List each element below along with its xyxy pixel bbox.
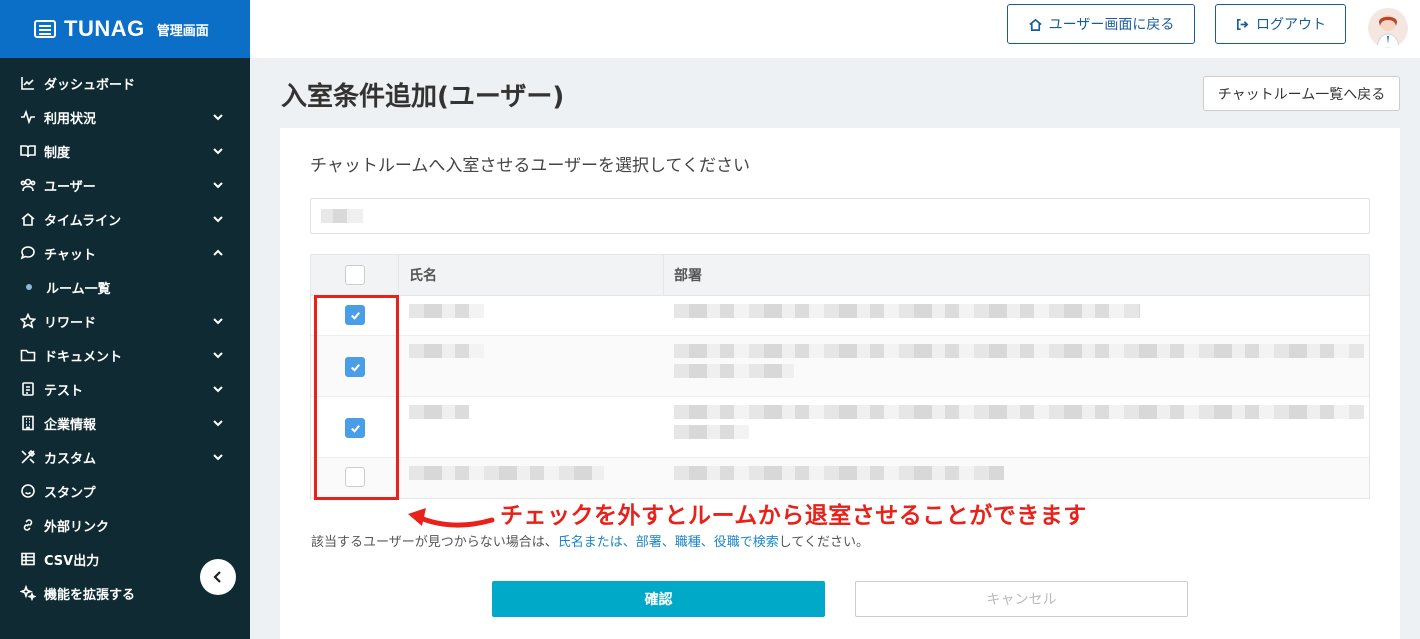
blurred-name [409,405,469,419]
chevron-left-icon [213,571,221,583]
cancel-button[interactable]: キャンセル [855,581,1188,617]
logout-icon [1236,18,1249,30]
sidebar-item-document[interactable]: ドキュメント [0,338,250,372]
sidebar: TUNAG 管理画面 ダッシュボード 利用状況 制度 ユーザー タイムライン チ… [0,0,250,639]
blurred-department [674,466,1004,480]
search-input[interactable] [310,198,1370,234]
table-row [311,397,1369,458]
logo-icon [34,20,56,38]
card-heading: チャットルームへ入室させるユーザーを選択してください [310,156,750,176]
logo-text: TUNAG [64,16,145,41]
table-row [311,336,1369,397]
folder-icon [20,347,36,363]
select-all-checkbox[interactable] [344,265,365,285]
chevron-down-icon [212,349,224,361]
sidebar-item-reward[interactable]: リワード [0,304,250,338]
sidebar-item-stamp[interactable]: スタンプ [0,474,250,508]
sidebar-item-system[interactable]: 制度 [0,134,250,168]
sidebar-nav: ダッシュボード 利用状況 制度 ユーザー タイムライン チャット ルーム一覧 リ… [0,58,250,610]
chevron-down-icon [212,315,224,327]
chevron-down-icon [212,145,224,157]
logo-subtitle: 管理画面 [156,23,209,39]
top-header: ユーザー画面に戻る ログアウト [250,0,1420,58]
user-screen-button[interactable]: ユーザー画面に戻る [1007,4,1195,44]
sidebar-item-test[interactable]: テスト [0,372,250,406]
blurred-name [409,344,484,358]
pulse-icon [20,109,36,125]
annotation-text: チェックを外すとルームから退室させることができます [500,503,1087,529]
chevron-down-icon [212,383,224,395]
annotation-highlight-box [314,295,399,500]
sidebar-item-custom[interactable]: カスタム [0,440,250,474]
table-header: 氏名 部署 [311,255,1369,296]
blurred-department [674,344,1364,358]
sidebar-item-dashboard[interactable]: ダッシュボード [0,66,250,100]
chevron-down-icon [212,179,224,191]
blurred-name [409,466,604,480]
collapse-sidebar-button[interactable] [200,559,236,595]
users-icon [20,177,36,193]
sidebar-item-timeline[interactable]: タイムライン [0,202,250,236]
main-card: チャットルームへ入室させるユーザーを選択してください 氏名 部署 [280,128,1400,639]
search-hint-link[interactable]: 氏名または、部署、職種、役職で検索 [558,535,779,550]
clipboard-icon [20,381,36,397]
chat-bubble-icon [20,245,36,261]
tools-icon [20,449,36,465]
logout-button[interactable]: ログアウト [1215,4,1346,44]
blurred-department [674,405,1364,419]
sidebar-item-chat[interactable]: チャット [0,236,250,270]
back-to-room-list-button[interactable]: チャットルーム一覧へ戻る [1203,76,1400,111]
user-table: 氏名 部署 [310,254,1370,499]
sidebar-item-company[interactable]: 企業情報 [0,406,250,440]
blurred-department [674,304,1140,318]
chart-line-icon [20,75,36,91]
smile-icon [20,483,36,499]
table-icon [20,551,36,567]
brand-header[interactable]: TUNAG 管理画面 [0,0,250,58]
link-icon [20,517,36,533]
sidebar-item-external-link[interactable]: 外部リンク [0,508,250,542]
page-title: 入室条件追加(ユーザー) [281,82,565,112]
table-row [311,458,1369,498]
confirm-button[interactable]: 確認 [492,581,825,617]
sidebar-item-usage[interactable]: 利用状況 [0,100,250,134]
avatar-illustration [1376,15,1400,48]
blurred-name [409,304,484,318]
column-header-department: 部署 [674,268,702,284]
star-icon [20,313,36,329]
book-icon [20,143,36,159]
table-row [311,296,1369,336]
home-icon [1028,18,1042,31]
chevron-down-icon [212,213,224,225]
home-icon [20,211,36,227]
search-hint: 該当するユーザーが見つからない場合は、氏名または、部署、職種、役職で検索してくだ… [311,535,869,550]
chevron-down-icon [212,451,224,463]
sidebar-item-users[interactable]: ユーザー [0,168,250,202]
sparkle-icon [20,585,36,601]
chevron-down-icon [212,111,224,123]
chevron-down-icon [212,417,224,429]
sidebar-item-room-list[interactable]: ルーム一覧 [0,270,250,304]
active-dot [26,284,32,290]
blurred-search-text [321,209,363,223]
building-icon [20,415,36,431]
avatar[interactable] [1368,8,1408,48]
column-header-name: 氏名 [399,255,664,295]
chevron-up-icon [212,247,224,259]
